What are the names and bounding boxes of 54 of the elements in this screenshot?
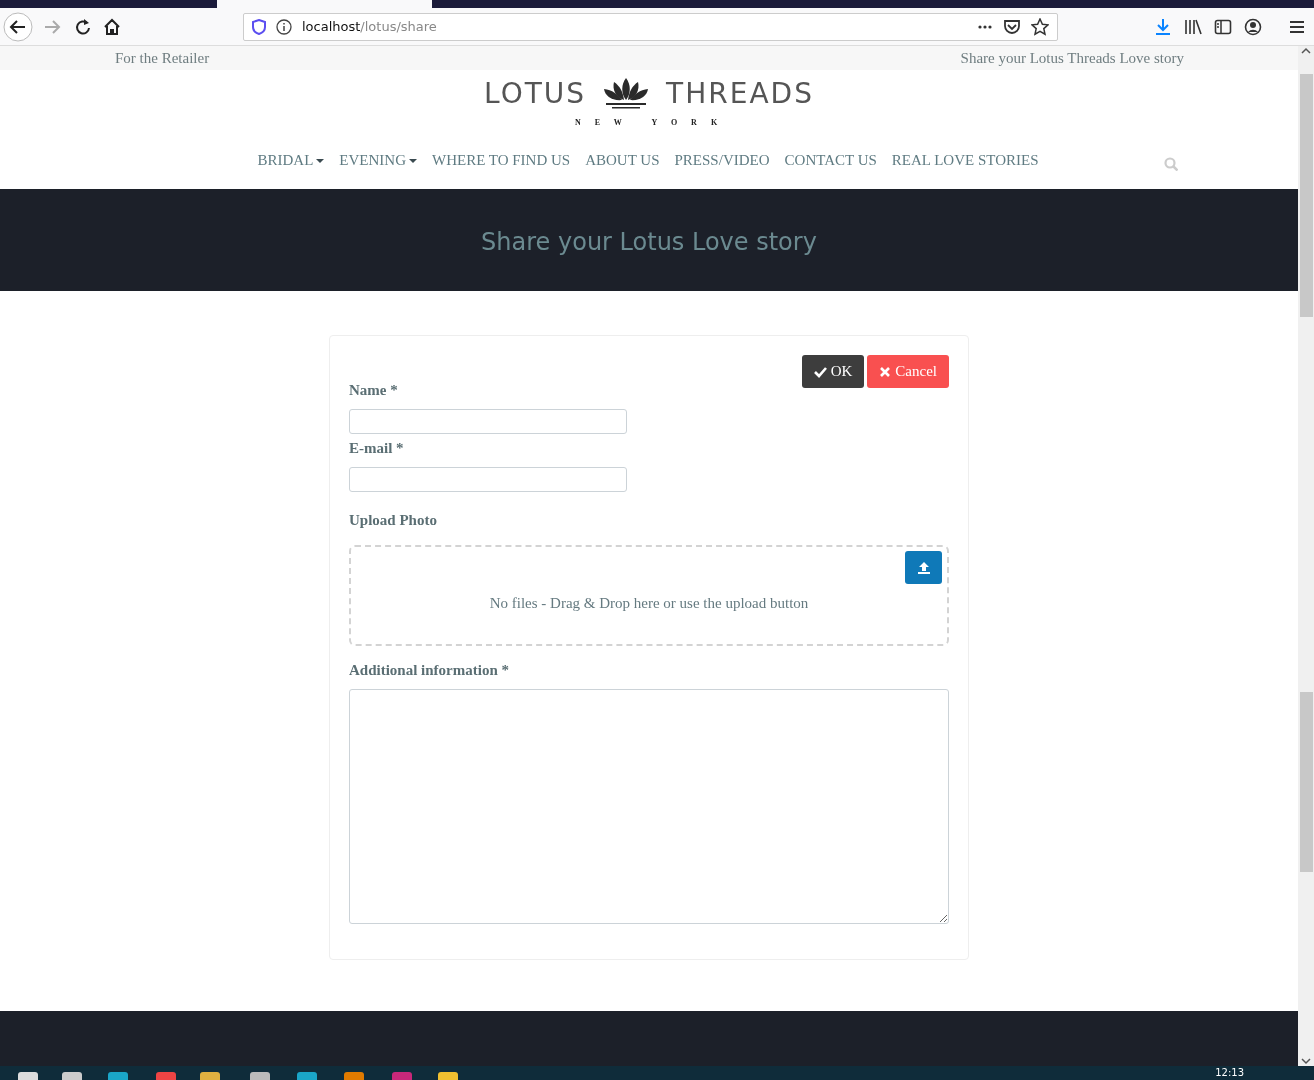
- field-label: E-mail *: [349, 440, 405, 457]
- upload-button[interactable]: [905, 551, 942, 584]
- shield-icon[interactable]: [252, 18, 266, 35]
- app-icon[interactable]: [392, 1072, 412, 1080]
- page-title: Share your Lotus Love story: [481, 228, 817, 256]
- scroll-down-icon[interactable]: [1300, 1056, 1312, 1066]
- nav-link[interactable]: EVENING: [339, 152, 417, 169]
- retailer-link[interactable]: For the Retailer: [115, 49, 210, 67]
- back-icon[interactable]: [3, 11, 33, 42]
- ok-button[interactable]: OK: [801, 355, 865, 388]
- logo-text: THREADS: [666, 76, 814, 110]
- logo-subtitle: N E W Y O R K: [574, 118, 724, 127]
- app-icon[interactable]: [250, 1072, 270, 1080]
- app-icon[interactable]: [297, 1072, 317, 1080]
- logo-text: LOTUS: [484, 76, 587, 110]
- scroll-up-icon[interactable]: [1300, 46, 1312, 56]
- field-label: Upload Photo: [349, 512, 438, 529]
- nav-link[interactable]: CONTACT US: [784, 152, 877, 169]
- search-icon[interactable]: [1164, 157, 1178, 171]
- nav-link[interactable]: WHERE TO FIND US: [432, 152, 571, 169]
- caret-icon: [409, 158, 417, 163]
- reload-icon[interactable]: [73, 17, 91, 36]
- home-icon[interactable]: [103, 17, 121, 36]
- app-icon[interactable]: [108, 1072, 128, 1080]
- address-bar[interactable]: localhost/lotus/share: [243, 12, 1058, 41]
- cancel-button[interactable]: Cancel: [867, 355, 949, 388]
- account-icon[interactable]: [1244, 17, 1262, 36]
- sidebar-icon[interactable]: [1214, 17, 1232, 36]
- forward-icon[interactable]: [43, 17, 61, 36]
- field-label: Additional information *: [349, 662, 511, 679]
- check-icon: [813, 365, 827, 378]
- upload-icon: [917, 561, 930, 574]
- download-icon[interactable]: [1154, 17, 1172, 36]
- nav-link[interactable]: ABOUT US: [585, 152, 660, 169]
- caret-icon: [316, 158, 325, 163]
- share-story-link[interactable]: Share your Lotus Threads Love story: [960, 49, 1184, 67]
- nav-link[interactable]: PRESS/VIDEO: [674, 152, 770, 169]
- scrollbar-thumb[interactable]: [1299, 692, 1313, 872]
- drop-zone[interactable]: No files - Drag & Drop here or use the upload button: [349, 545, 949, 646]
- drop-zone-hint: No files - Drag & Drop here or use the upload button: [489, 595, 809, 612]
- app-icon[interactable]: [156, 1072, 176, 1080]
- scrollbar-thumb[interactable]: [1299, 74, 1313, 317]
- library-icon[interactable]: [1184, 17, 1202, 36]
- nav-link[interactable]: REAL LOVE STORIES: [891, 152, 1039, 169]
- nav-link[interactable]: BRIDAL: [257, 152, 325, 169]
- input-field[interactable]: [349, 409, 627, 434]
- info-icon[interactable]: [276, 18, 292, 35]
- clock: 12:13: [1215, 1068, 1244, 1078]
- app-icon[interactable]: [344, 1072, 364, 1080]
- pocket-icon[interactable]: [1003, 17, 1021, 36]
- star-icon[interactable]: [1031, 17, 1049, 36]
- input-field[interactable]: [349, 467, 627, 492]
- field-label: Name *: [349, 382, 399, 399]
- close-icon: [879, 365, 892, 378]
